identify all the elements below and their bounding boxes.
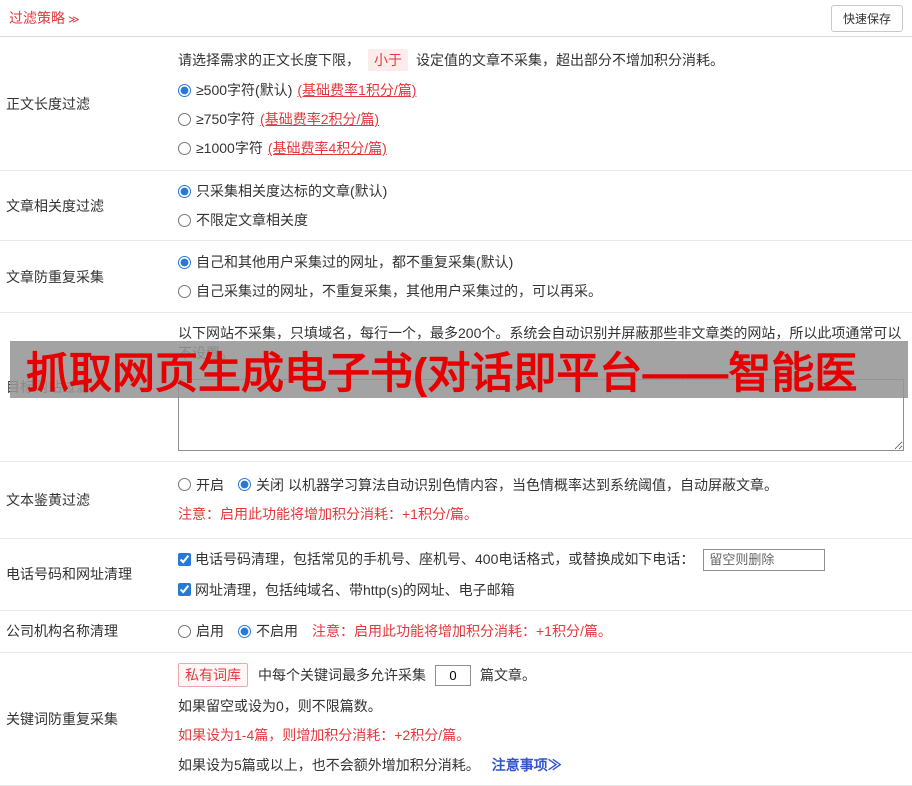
url-cleanup-text: 网址清理，包括纯域名、带http(s)的网址、电子邮箱 [195,581,515,598]
relevance-strict-text: 只采集相关度达标的文章(默认) [196,183,388,199]
length-500-option[interactable]: ≥500字符(默认) (基础费率1积分/篇) [178,80,904,100]
body-length-intro: 请选择需求的正文长度下限， 小于 设定值的文章不采集，超出部分不增加积分消耗。 [178,48,904,72]
company-off-radio[interactable] [238,624,251,638]
row-company-cleanup: 公司机构名称清理 启用 不启用 注意：启用此功能将增加积分消耗：+1积分/篇。 [0,611,912,653]
company-on-radio[interactable] [178,624,191,638]
quick-save-button[interactable]: 快速保存 [830,4,903,32]
keyword-line3: 如果设为1-4篇，则增加积分消耗：+2积分/篇。 [178,727,471,744]
row-body-length-filter: 正文长度过滤 请选择需求的正文长度下限， 小于 设定值的文章不采集，超出部分不增… [0,37,912,171]
dedup-self-radio[interactable] [178,284,191,298]
notes-link[interactable]: 注意事项≫ [492,755,562,775]
keyword-line1-mid: 中每个关键词最多允许采集 [258,666,426,683]
dedup-global-option[interactable]: 自己和其他用户采集过的网址，都不重复采集(默认) [178,252,904,272]
company-label: 公司机构名称清理 [6,623,118,640]
row-phone-url-cleanup: 电话号码和网址清理 电话号码清理，包括常见的手机号、座机号、400电话格式，或替… [0,539,912,611]
chevron-double-icon: ≫ [68,14,80,26]
dedup-label: 文章防重复采集 [6,268,104,285]
company-on-text: 启用 [196,623,224,640]
relevance-label: 文章相关度过滤 [6,197,104,214]
length-750-fee: (基础费率2积分/篇) [260,111,380,128]
url-cleanup-checkbox[interactable] [178,583,191,597]
dedup-self-option[interactable]: 自己采集过的网址，不重复采集，其他用户采集过的，可以再采。 [178,281,904,301]
company-note: 注意：启用此功能将增加积分消耗：+1积分/篇。 [312,623,612,640]
length-750-text: ≥750字符 [196,111,256,128]
row-relevance-filter: 文章相关度过滤 只采集相关度达标的文章(默认) 不限定文章相关度 [0,171,912,241]
less-than-highlight: 小于 [368,48,408,72]
relevance-strict-radio[interactable] [178,184,191,198]
dedup-global-text: 自己和其他用户采集过的网址，都不重复采集(默认) [196,254,514,270]
porn-on-text: 开启 [196,476,224,493]
intro-after: 设定值的文章不采集，超出部分不增加积分消耗。 [416,51,724,68]
dedup-self-text: 自己采集过的网址，不重复采集，其他用户采集过的，可以再采。 [196,283,602,299]
relevance-any-radio[interactable] [178,213,191,227]
phone-cleanup-checkbox[interactable] [178,553,191,567]
length-750-option[interactable]: ≥750字符 (基础费率2积分/篇) [178,109,904,129]
dedup-global-radio[interactable] [178,255,191,269]
keyword-label: 关键词防重复采集 [6,710,118,727]
relevance-any-option[interactable]: 不限定文章相关度 [178,210,904,230]
porn-off-option[interactable]: 关闭 [238,475,284,495]
company-off-text: 不启用 [256,623,298,640]
length-500-radio[interactable] [178,83,191,97]
row-dedup-filter: 文章防重复采集 自己和其他用户采集过的网址，都不重复采集(默认) 自己采集过的网… [0,241,912,313]
relevance-strict-option[interactable]: 只采集相关度达标的文章(默认) [178,181,904,201]
company-on-option[interactable]: 启用 [178,621,224,641]
private-lexicon-link[interactable]: 私有词库 [178,662,248,688]
filter-strategy-title-text: 过滤策略 [9,10,65,26]
length-750-radio[interactable] [178,112,191,126]
keyword-line4: 如果设为5篇或以上，也不会额外增加积分消耗。 [178,756,480,773]
porn-filter-label: 文本鉴黄过滤 [6,491,90,508]
length-500-text: ≥500字符(默认) [196,82,293,99]
top-bar: 过滤策略 ≫ 快速保存 [0,0,912,37]
porn-desc: 以机器学习算法自动识别色情内容，当色情概率达到系统阈值，自动屏蔽文章。 [288,476,778,493]
body-length-label: 正文长度过滤 [6,95,90,112]
porn-off-radio[interactable] [238,478,251,492]
row-keyword-dedup: 关键词防重复采集 私有词库 中每个关键词最多允许采集 篇文章。 如果留空或设为0… [0,653,912,786]
length-1000-fee: (基础费率4积分/篇) [267,140,387,157]
replacement-phone-input[interactable] [703,548,826,571]
row-porn-filter: 文本鉴黄过滤 开启 关闭 以机器学习算法自动识别色情内容，当色情概率达到系统阈值… [0,462,912,539]
length-500-fee: (基础费率1积分/篇) [297,82,417,99]
length-1000-radio[interactable] [178,141,191,155]
phone-cleanup-text: 电话号码清理，包括常见的手机号、座机号、400电话格式，或替换成如下电话： [195,551,695,568]
relevance-any-text: 不限定文章相关度 [196,212,308,228]
filter-strategy-title[interactable]: 过滤策略 ≫ [9,8,80,28]
porn-off-text: 关闭 [256,476,284,493]
length-1000-option[interactable]: ≥1000字符 (基础费率4积分/篇) [178,138,904,158]
porn-on-radio[interactable] [178,478,191,492]
porn-on-option[interactable]: 开启 [178,475,224,495]
porn-note: 注意：启用此功能将增加积分消耗：+1积分/篇。 [178,506,478,523]
length-1000-text: ≥1000字符 [196,140,263,157]
keyword-line2: 如果留空或设为0，则不限篇数。 [178,698,382,715]
intro-before: 请选择需求的正文长度下限， [178,51,360,68]
keyword-count-input[interactable] [435,664,471,686]
watermark-text: 抓取网页生成电子书(对话即平台——智能医 [26,349,858,398]
phone-url-label: 电话号码和网址清理 [6,566,132,583]
company-off-option[interactable]: 不启用 [238,621,298,641]
watermark-banner: 抓取网页生成电子书(对话即平台——智能医 [10,341,908,398]
keyword-line1-end: 篇文章。 [480,666,536,683]
